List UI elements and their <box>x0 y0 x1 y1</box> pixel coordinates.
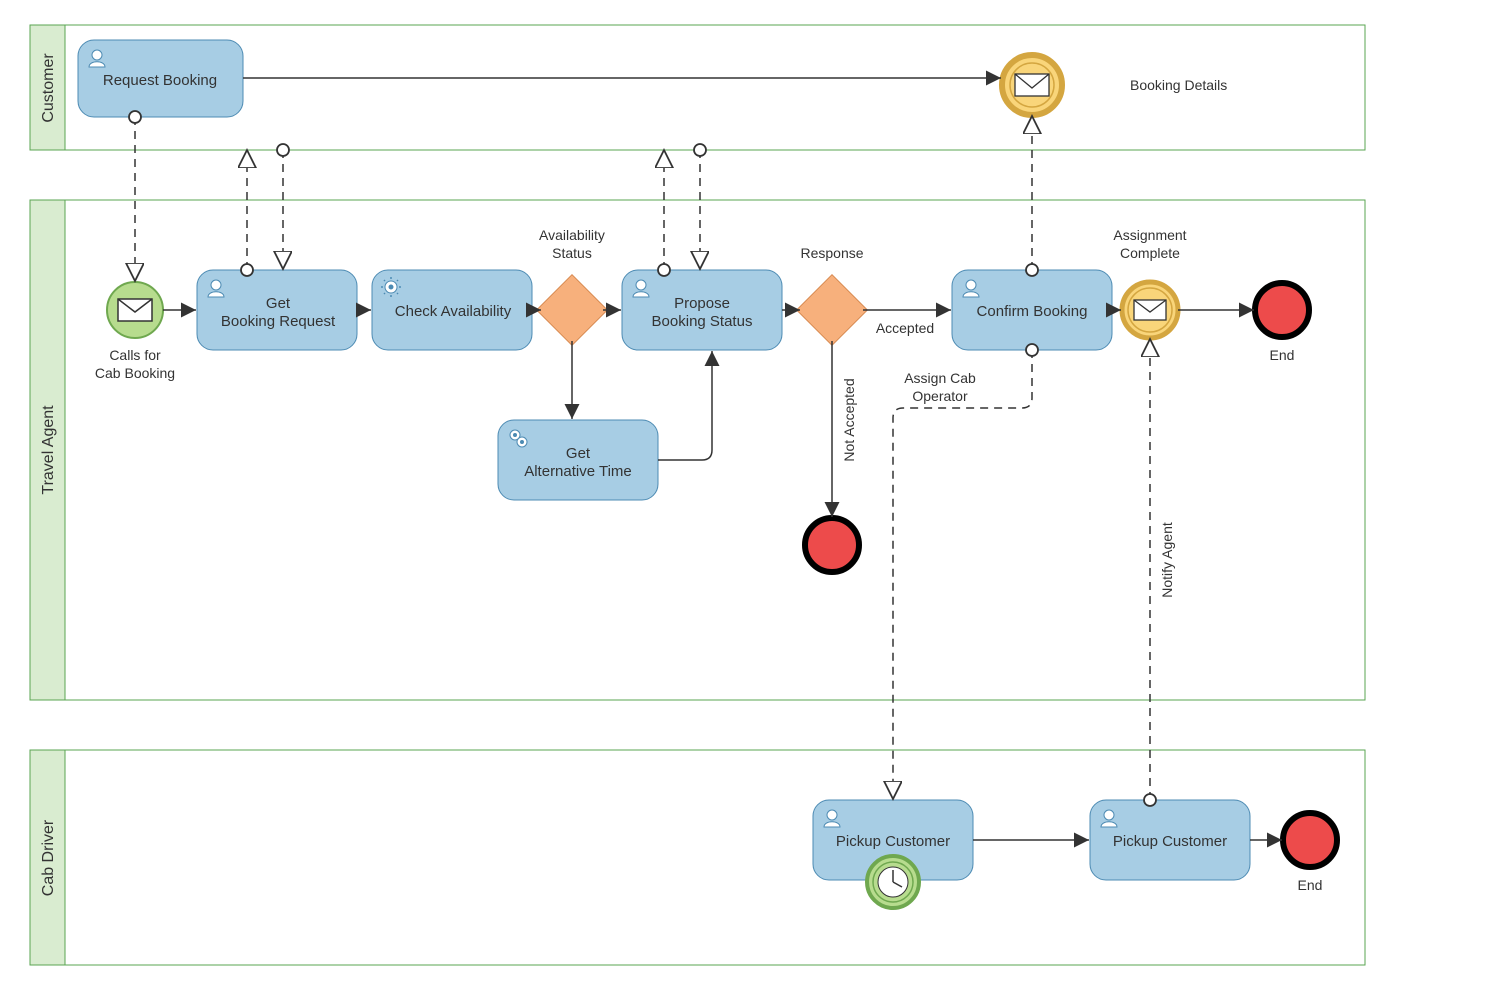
task-confirm-booking: Confirm Booking <box>952 270 1112 350</box>
bpmn-diagram: Customer Request Booking Travel Agent Ca… <box>0 0 1500 990</box>
task-get-alternative-time: Get Alternative Time <box>498 420 658 500</box>
task-pickup1-label: Pickup Customer <box>836 833 950 850</box>
end-agent-label: End <box>1270 347 1295 363</box>
lane-customer-title: Customer <box>40 53 57 123</box>
acl1: Assignment <box>1113 227 1186 243</box>
task-check-availability: Check Availability <box>372 270 532 350</box>
flow-accepted-label: Accepted <box>876 320 934 336</box>
gbrl2: Booking Request <box>221 313 336 330</box>
task-get-booking-request: Get Booking Request <box>197 270 357 350</box>
lane-driver-title: Cab Driver <box>40 819 57 896</box>
gatl1: Get <box>566 445 591 462</box>
task-propose-booking-status: Propose Booking Status <box>622 270 782 350</box>
lane-agent-title: Travel Agent <box>40 405 57 495</box>
evt-calls-line1: Calls for <box>109 347 161 363</box>
event-booking-details-label: Booking Details <box>1130 77 1227 93</box>
gbrl1: Get <box>266 295 291 312</box>
acl2: Complete <box>1120 245 1180 261</box>
task-request-booking-label: Request Booking <box>103 72 217 89</box>
flow-notify-agent-label: Notify Agent <box>1159 522 1175 598</box>
task-check-availability-label: Check Availability <box>395 303 512 320</box>
gateway-response-label: Response <box>800 245 863 261</box>
task-pickup-customer-2: Pickup Customer <box>1090 800 1250 880</box>
end-event-not-accepted <box>805 518 859 572</box>
flow-not-accepted-label: Not Accepted <box>841 378 857 461</box>
avsl2: Status <box>552 245 592 261</box>
gatl2: Alternative Time <box>524 463 632 480</box>
task-request-booking: Request Booking <box>78 40 243 117</box>
task-confirm-booking-label: Confirm Booking <box>977 303 1088 320</box>
end-driver-label: End <box>1298 877 1323 893</box>
pbsl2: Booking Status <box>652 313 753 330</box>
task-pickup2-label: Pickup Customer <box>1113 833 1227 850</box>
evt-calls-line2: Cab Booking <box>95 365 175 381</box>
acol1: Assign Cab <box>904 370 976 386</box>
pbsl1: Propose <box>674 295 730 312</box>
avsl1: Availability <box>539 227 605 243</box>
acol2: Operator <box>912 388 968 404</box>
